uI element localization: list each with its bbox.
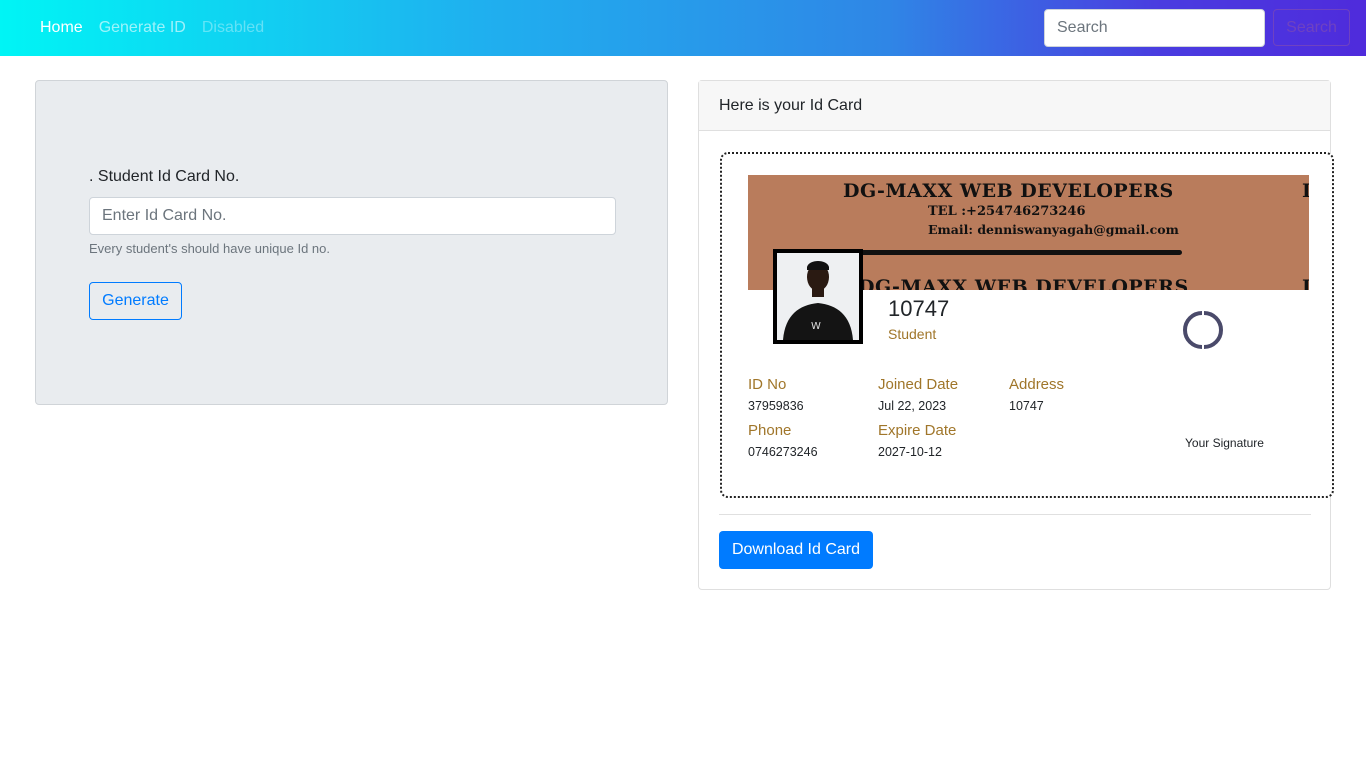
download-id-card-button[interactable]: Download Id Card xyxy=(719,531,873,569)
banner-title: DG-MAXX WEB DEVELOPERS xyxy=(843,180,1174,202)
card-number: 10747 xyxy=(888,296,950,321)
signature-label: Your Signature xyxy=(1185,436,1264,450)
id-card: DG-MAXX WEB DEVELOPERS I TEL :+254746273… xyxy=(720,152,1334,498)
svg-text:W: W xyxy=(811,321,821,332)
phone-value: 0746273246 xyxy=(748,445,818,459)
nav-generate-id-link[interactable]: Generate ID xyxy=(99,19,186,37)
card-divider xyxy=(719,514,1311,515)
joined-date-label: Joined Date xyxy=(878,376,959,393)
expire-date-label: Expire Date xyxy=(878,422,957,439)
address-value: 10747 xyxy=(1009,399,1044,413)
student-photo: W xyxy=(773,249,863,344)
search-button[interactable]: Search xyxy=(1273,9,1350,46)
expire-date-value: 2027-10-12 xyxy=(878,445,942,459)
banner-phone: TEL :+254746273246 xyxy=(928,204,1086,219)
card-header: Here is your Id Card xyxy=(699,81,1330,131)
student-photo-image: W xyxy=(777,253,859,340)
nav-links: Home Generate ID Disabled xyxy=(40,0,264,56)
search-input[interactable] xyxy=(1044,9,1265,47)
nav-home-link[interactable]: Home xyxy=(40,19,83,37)
top-navbar: Home Generate ID Disabled Search xyxy=(0,0,1366,56)
address-label: Address xyxy=(1009,376,1065,393)
card-role: Student xyxy=(888,326,937,342)
banner-email: Email: denniswanyagah@gmail.com xyxy=(928,222,1179,237)
phone-label: Phone xyxy=(748,422,792,439)
banner-title-edge: I xyxy=(1302,180,1309,202)
id-card-panel: Here is your Id Card DG-MAXX WEB DEVELOP… xyxy=(698,80,1334,590)
id-no-value: 37959836 xyxy=(748,399,804,413)
generate-button[interactable]: Generate xyxy=(89,282,182,320)
id-no-label: ID No xyxy=(748,376,787,393)
id-form-panel: . Student Id Card No. Every student's sh… xyxy=(35,80,668,405)
id-card-no-label: . Student Id Card No. xyxy=(89,168,240,185)
id-card-no-input[interactable] xyxy=(89,197,616,235)
id-help-text: Every student's should have unique Id no… xyxy=(89,241,330,256)
banner-title-repeat: DG-MAXX WEB DEVELOPERS xyxy=(858,276,1189,290)
chanel-logo-icon xyxy=(1172,307,1234,353)
nav-disabled-link: Disabled xyxy=(201,19,265,36)
joined-date-value: Jul 22, 2023 xyxy=(878,399,947,413)
banner-title-edge-repeat: I xyxy=(1302,276,1309,290)
